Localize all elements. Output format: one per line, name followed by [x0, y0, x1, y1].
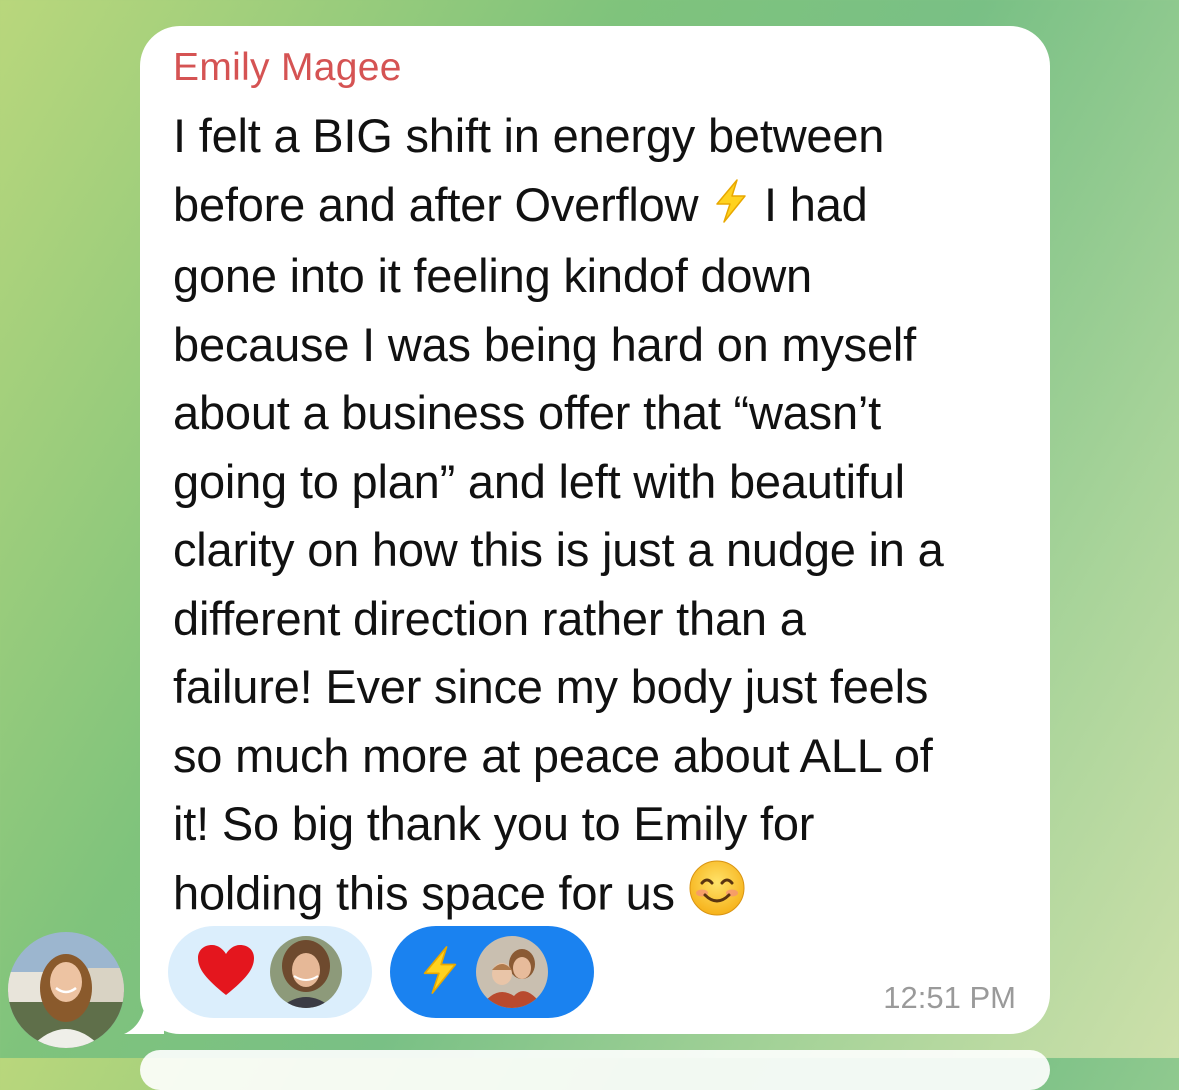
reactions-bar	[168, 926, 594, 1018]
sender-name[interactable]: Emily Magee	[173, 46, 402, 90]
message-timestamp: 12:51 PM	[883, 980, 1016, 1015]
message-text: I felt a BIG shift in energy between bef…	[173, 102, 1043, 935]
reactor-avatar[interactable]	[270, 936, 342, 1008]
lightning-reaction-button[interactable]	[390, 926, 594, 1018]
next-message-bubble	[140, 1050, 1050, 1090]
reactor-avatar[interactable]	[476, 936, 548, 1008]
lightning-emoji-icon	[711, 174, 751, 243]
sender-avatar[interactable]	[8, 932, 124, 1048]
smiling-face-emoji-icon	[688, 859, 746, 936]
heart-reaction-button[interactable]	[168, 926, 372, 1018]
heart-icon	[196, 943, 256, 1002]
message-bubble[interactable]: Emily Magee I felt a BIG shift in energy…	[140, 26, 1050, 1034]
lightning-icon	[418, 944, 462, 1001]
message-text-part-2: I had gone into it feeling kindof down b…	[173, 177, 944, 920]
